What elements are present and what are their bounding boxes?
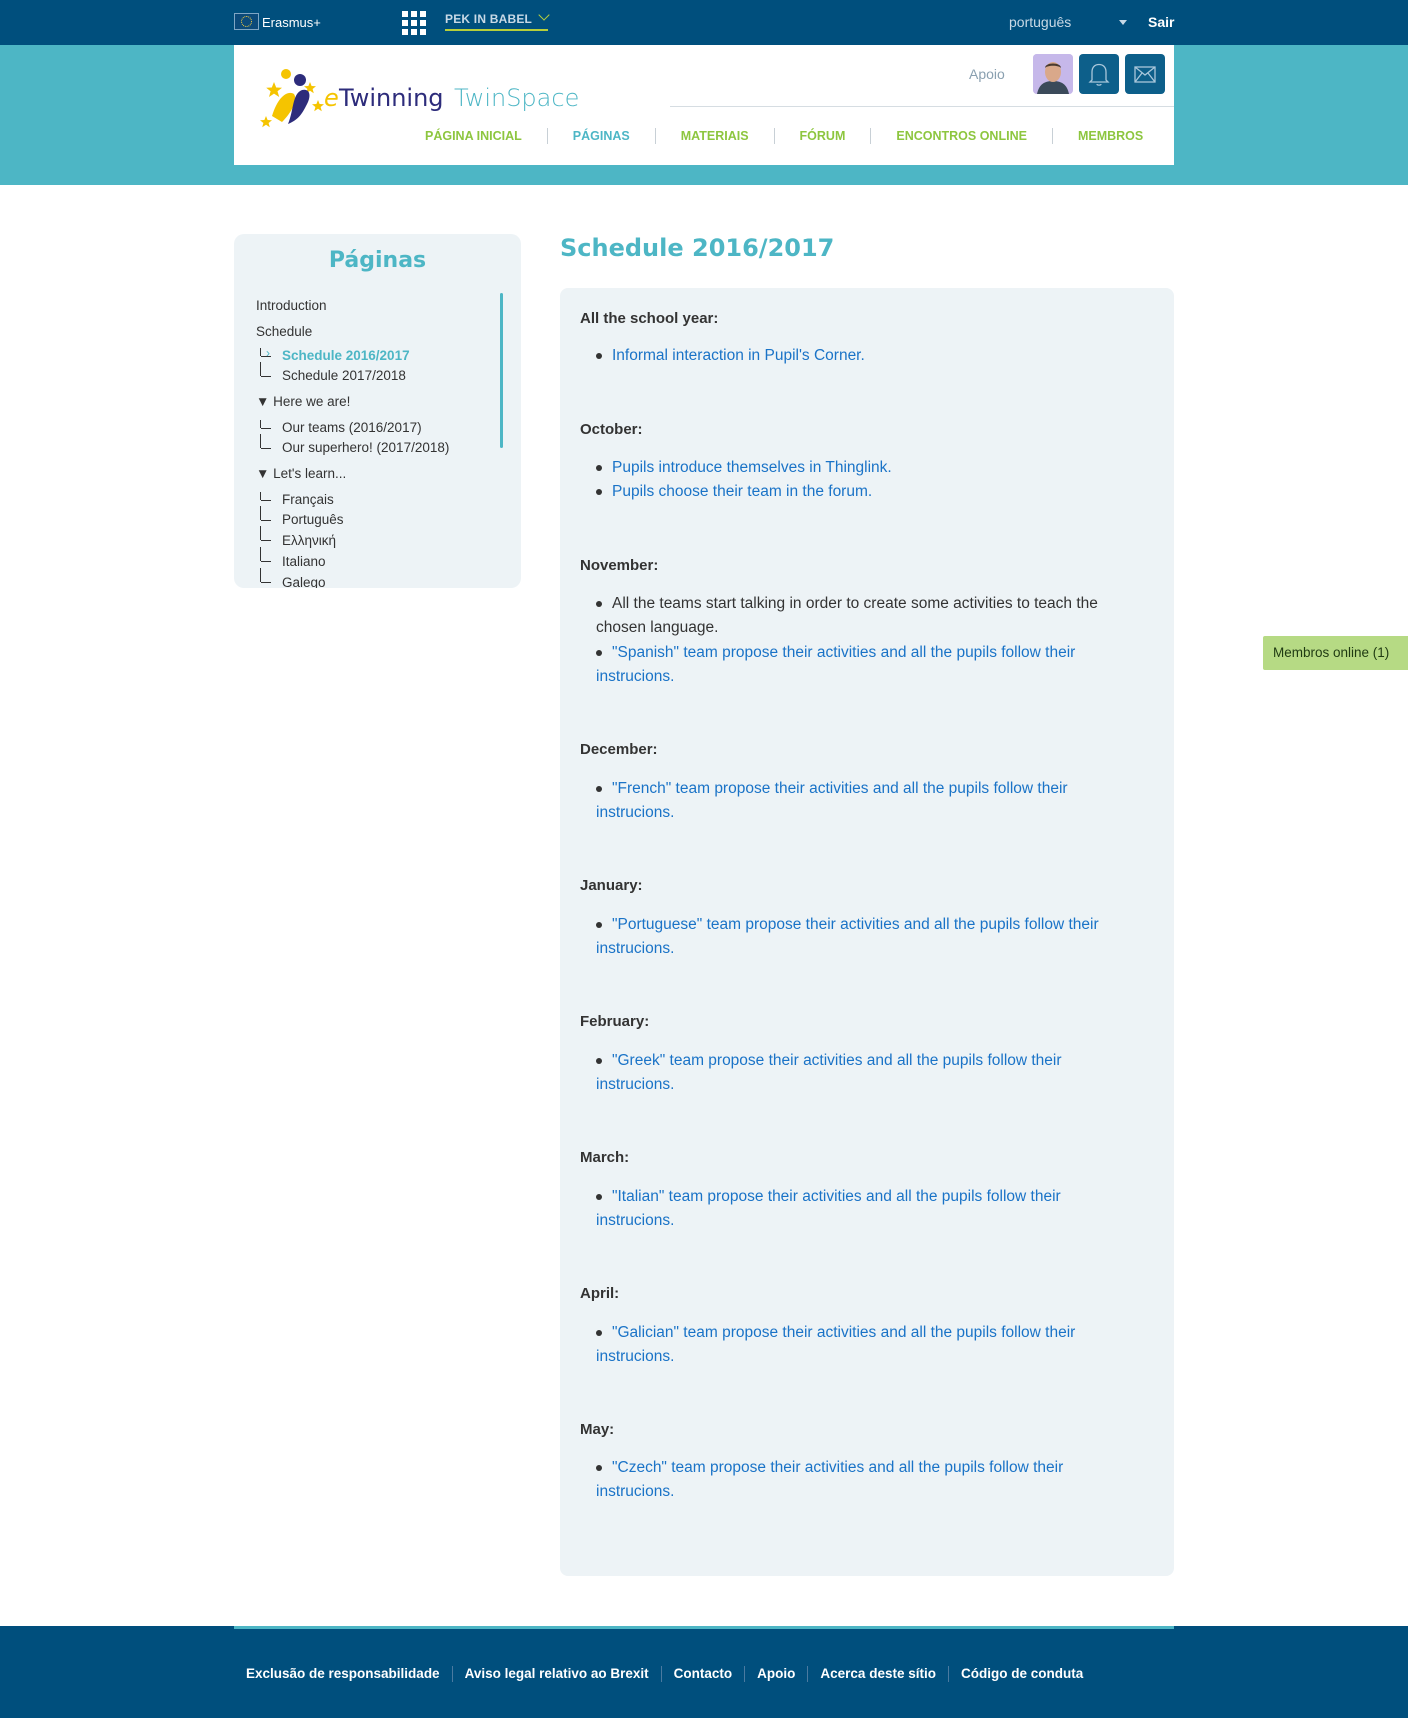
sidebar-item-here-we-are[interactable]: ▼ Here we are!: [256, 394, 350, 409]
bullet-dot: [596, 1194, 602, 1200]
mail-icon: [1134, 66, 1156, 83]
footer-link-disclaimer[interactable]: Exclusão de responsabilidade: [234, 1666, 453, 1682]
chevron-down-icon: [538, 9, 550, 21]
nav-online-meetings[interactable]: ENCONTROS ONLINE: [871, 128, 1053, 144]
nav-forum[interactable]: FÓRUM: [775, 128, 872, 144]
pages-tree: Introduction Schedule Schedule 2016/2017…: [256, 292, 506, 588]
tree-connector: [260, 568, 273, 583]
logo-text-twinspace: TwinSpace: [454, 84, 579, 112]
bullet-dot: [596, 922, 602, 928]
list-item[interactable]: "Spanish" team propose their activities …: [596, 641, 1130, 689]
bullet-dot: [596, 786, 602, 792]
messages-button[interactable]: [1125, 54, 1165, 94]
list-item[interactable]: "Italian" team propose their activities …: [596, 1185, 1130, 1233]
section-heading: February:: [580, 1013, 650, 1030]
bullet-dot: [596, 353, 602, 359]
section-heading: November:: [580, 557, 659, 574]
nav-members[interactable]: MEMBROS: [1053, 128, 1143, 144]
footer-link-brexit[interactable]: Aviso legal relativo ao Brexit: [453, 1666, 662, 1682]
footer-link-contact[interactable]: Contacto: [662, 1666, 746, 1682]
main-nav: PÁGINA INICIAL PÁGINAS MATERIAIS FÓRUM E…: [400, 128, 1143, 144]
etwinning-logo[interactable]: e Twinning TwinSpace: [258, 66, 588, 128]
sidebar-item-schedule-2017-2018[interactable]: Schedule 2017/2018: [282, 368, 406, 383]
sidebar-item-introduction[interactable]: Introduction: [256, 298, 327, 313]
logo-text-e: e: [324, 84, 339, 112]
project-name: PEK IN BABEL: [445, 12, 533, 26]
tree-connector: [260, 362, 273, 377]
tree-connector: [260, 526, 273, 541]
list-item[interactable]: "French" team propose their activities a…: [596, 777, 1130, 825]
list-item[interactable]: Pupils introduce themselves in Thinglink…: [596, 456, 1130, 480]
tree-connector: [260, 492, 273, 501]
sidebar-scrollbar[interactable]: [500, 293, 503, 448]
bullet-dot: [596, 465, 602, 471]
pages-sidebar: Páginas Introduction Schedule Schedule 2…: [234, 234, 521, 588]
footer-link-support[interactable]: Apoio: [745, 1666, 809, 1682]
sidebar-item-lets-learn[interactable]: ▼ Let's learn...: [256, 466, 346, 481]
sidebar-item-galego[interactable]: Galego: [282, 575, 326, 588]
sidebar-item-portugues[interactable]: Português: [282, 512, 344, 527]
footer-accent-line: [234, 1626, 1174, 1629]
logo-text-twinning: Twinning: [338, 84, 444, 112]
list-item[interactable]: "Portuguese" team propose their activiti…: [596, 913, 1130, 961]
tree-connector: [260, 420, 273, 429]
logo-mark: [260, 69, 324, 128]
tree-connector: [260, 434, 273, 449]
section-heading: December:: [580, 741, 658, 758]
bullet-dot: [596, 1465, 602, 1471]
list-item[interactable]: "Czech" team propose their activities an…: [596, 1456, 1130, 1504]
caret-down-icon[interactable]: [1119, 20, 1127, 25]
nav-home[interactable]: PÁGINA INICIAL: [400, 128, 548, 144]
bullet-dot: [596, 1330, 602, 1336]
footer-links: Exclusão de responsabilidade Aviso legal…: [234, 1666, 1095, 1682]
notifications-button[interactable]: [1079, 54, 1119, 94]
sidebar-item-schedule-2016-2017[interactable]: Schedule 2016/2017: [282, 348, 410, 363]
tree-connector: [260, 547, 273, 562]
user-avatar[interactable]: [1033, 54, 1073, 94]
section-heading: October:: [580, 421, 643, 438]
list-item[interactable]: Informal interaction in Pupil's Corner.: [596, 344, 1130, 368]
bell-icon: [1088, 63, 1110, 86]
support-link[interactable]: Apoio: [969, 66, 1005, 82]
erasmus-label: Erasmus+: [262, 15, 321, 30]
footer-link-about[interactable]: Acerca deste sítio: [808, 1666, 949, 1682]
sidebar-item-our-superhero[interactable]: Our superhero! (2017/2018): [282, 440, 449, 455]
section-heading: March:: [580, 1149, 630, 1166]
section-heading: January:: [580, 877, 643, 894]
bullet-dot: [596, 650, 602, 656]
bullet-dot: [596, 601, 602, 607]
sidebar-item-greek[interactable]: Ελληνική: [282, 533, 336, 548]
list-item[interactable]: "Galician" team propose their activities…: [596, 1321, 1130, 1369]
section-heading: April:: [580, 1285, 620, 1302]
tree-connector: [260, 506, 273, 521]
list-item[interactable]: "Greek" team propose their activities an…: [596, 1049, 1130, 1097]
section-heading: May:: [580, 1421, 615, 1438]
apps-grid-icon[interactable]: [402, 11, 426, 35]
language-select[interactable]: português: [1009, 14, 1071, 30]
sidebar-item-francais[interactable]: Français: [282, 492, 334, 507]
logout-link[interactable]: Sair: [1148, 14, 1174, 30]
online-members-tab[interactable]: Membros online (1): [1263, 636, 1408, 670]
section-heading: All the school year:: [580, 310, 719, 327]
list-item: All the teams start talking in order to …: [596, 595, 1098, 636]
eu-flag-icon: [234, 13, 259, 30]
footer-link-code-of-conduct[interactable]: Código de conduta: [949, 1666, 1095, 1682]
sidebar-title: Páginas: [328, 248, 427, 273]
bullet-dot: [596, 489, 602, 495]
page-title: Schedule 2016/2017: [560, 234, 835, 262]
current-arrow-icon: ›: [266, 346, 270, 360]
nav-materials[interactable]: MATERIAIS: [656, 128, 775, 144]
bullet-dot: [596, 1058, 602, 1064]
project-switcher[interactable]: PEK IN BABEL: [445, 9, 550, 31]
nav-pages[interactable]: PÁGINAS: [548, 128, 656, 144]
sidebar-item-our-teams[interactable]: Our teams (2016/2017): [282, 420, 422, 435]
list-item[interactable]: Pupils choose their team in the forum.: [596, 480, 1130, 504]
sidebar-item-schedule[interactable]: Schedule: [256, 324, 312, 339]
sidebar-item-italiano[interactable]: Italiano: [282, 554, 326, 569]
top-bar: [0, 0, 1408, 45]
header-divider: [670, 106, 1174, 107]
